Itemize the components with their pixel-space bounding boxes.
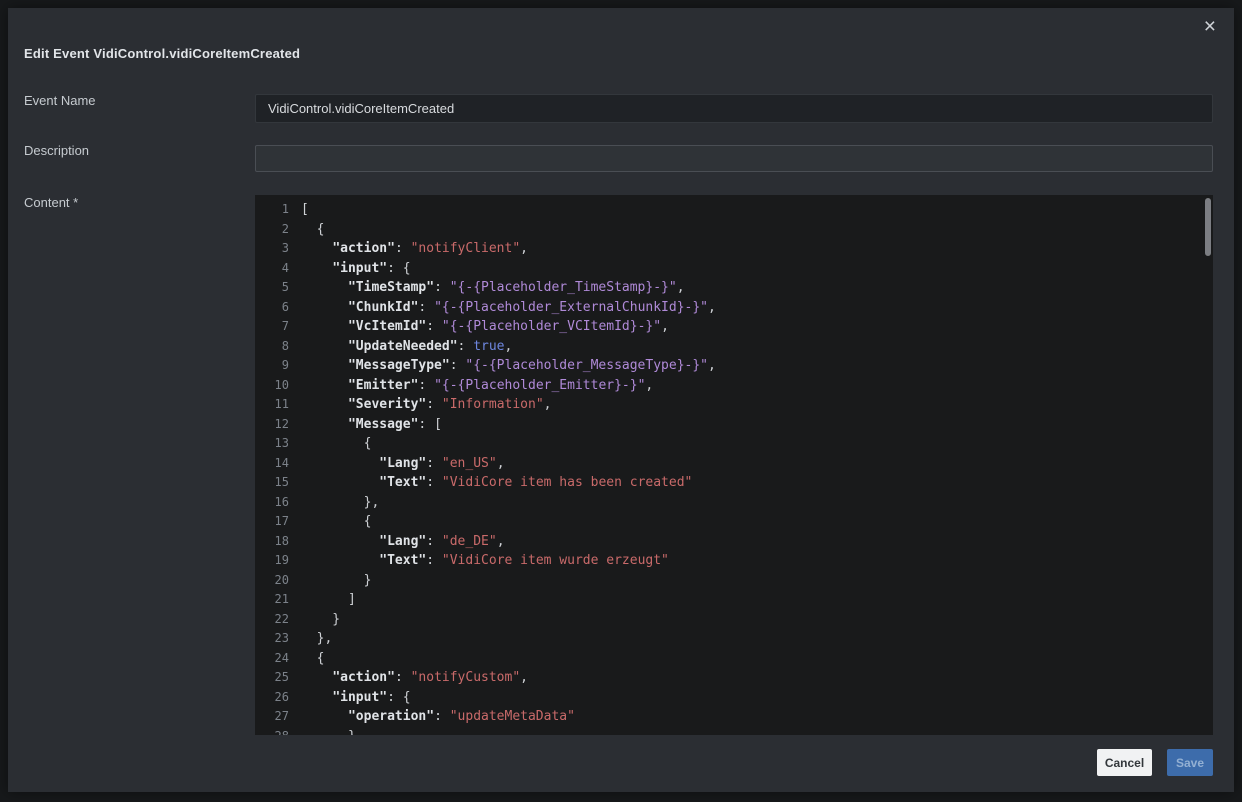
code-line: {: [301, 434, 1213, 454]
code-line: "Severity": "Information",: [301, 395, 1213, 415]
line-number: 15: [255, 473, 289, 493]
code-line: {: [301, 649, 1213, 669]
line-number: 26: [255, 688, 289, 708]
save-button[interactable]: Save: [1167, 749, 1213, 776]
code-line: "action": "notifyCustom",: [301, 668, 1213, 688]
code-editor-lines: [ { "action": "notifyClient", "input": {…: [295, 195, 1213, 735]
code-line: "Emitter": "{-{Placeholder_Emitter}-}",: [301, 376, 1213, 396]
code-line: "TimeStamp": "{-{Placeholder_TimeStamp}-…: [301, 278, 1213, 298]
line-number: 21: [255, 590, 289, 610]
line-number: 4: [255, 259, 289, 279]
code-line: ]: [301, 590, 1213, 610]
code-line: "VcItemId": "{-{Placeholder_VCItemId}-}"…: [301, 317, 1213, 337]
code-editor-gutter: 1234567891011121314151617181920212223242…: [255, 195, 295, 735]
code-line: "UpdateNeeded": true,: [301, 337, 1213, 357]
line-number: 10: [255, 376, 289, 396]
line-number: 1: [255, 200, 289, 220]
edit-event-modal: × Edit Event VidiControl.vidiCoreItemCre…: [8, 8, 1234, 792]
code-line: "Text": "VidiCore item has been created": [301, 473, 1213, 493]
line-number: 24: [255, 649, 289, 669]
line-number: 8: [255, 337, 289, 357]
cancel-button[interactable]: Cancel: [1097, 749, 1152, 776]
description-label: Description: [24, 144, 89, 158]
line-number: 6: [255, 298, 289, 318]
line-number: 28: [255, 727, 289, 736]
code-line: {: [301, 220, 1213, 240]
line-number: 22: [255, 610, 289, 630]
code-line: "Lang": "en_US",: [301, 454, 1213, 474]
code-line: "input": {: [301, 688, 1213, 708]
line-number: 17: [255, 512, 289, 532]
content-label: Content *: [24, 196, 78, 210]
code-line: }: [301, 610, 1213, 630]
line-number: 12: [255, 415, 289, 435]
code-line: "Text": "VidiCore item wurde erzeugt": [301, 551, 1213, 571]
line-number: 27: [255, 707, 289, 727]
line-number: 25: [255, 668, 289, 688]
code-line: "input": {: [301, 259, 1213, 279]
code-editor[interactable]: 1234567891011121314151617181920212223242…: [255, 195, 1213, 735]
line-number: 19: [255, 551, 289, 571]
code-line: [: [301, 200, 1213, 220]
code-line: "MessageType": "{-{Placeholder_MessageTy…: [301, 356, 1213, 376]
line-number: 20: [255, 571, 289, 591]
line-number: 5: [255, 278, 289, 298]
close-icon[interactable]: ×: [1204, 16, 1216, 37]
screen: × Edit Event VidiControl.vidiCoreItemCre…: [0, 0, 1242, 802]
code-line: "Lang": "de_DE",: [301, 532, 1213, 552]
code-line: "Message": [: [301, 415, 1213, 435]
line-number: 7: [255, 317, 289, 337]
line-number: 16: [255, 493, 289, 513]
line-number: 13: [255, 434, 289, 454]
line-number: 18: [255, 532, 289, 552]
modal-title: Edit Event VidiControl.vidiCoreItemCreat…: [24, 46, 300, 61]
code-line: },: [301, 629, 1213, 649]
line-number: 9: [255, 356, 289, 376]
code-line: },: [301, 493, 1213, 513]
event-name-label: Event Name: [24, 94, 96, 108]
line-number: 23: [255, 629, 289, 649]
line-number: 11: [255, 395, 289, 415]
code-line: "ChunkId": "{-{Placeholder_ExternalChunk…: [301, 298, 1213, 318]
code-line: {: [301, 512, 1213, 532]
line-number: 3: [255, 239, 289, 259]
code-line: "action": "notifyClient",: [301, 239, 1213, 259]
line-number: 2: [255, 220, 289, 240]
code-line: "operation": "updateMetaData": [301, 707, 1213, 727]
code-line: }: [301, 727, 1213, 736]
editor-scrollbar[interactable]: [1205, 198, 1211, 256]
event-name-input[interactable]: [255, 94, 1213, 123]
line-number: 14: [255, 454, 289, 474]
code-line: }: [301, 571, 1213, 591]
description-input[interactable]: [255, 145, 1213, 172]
